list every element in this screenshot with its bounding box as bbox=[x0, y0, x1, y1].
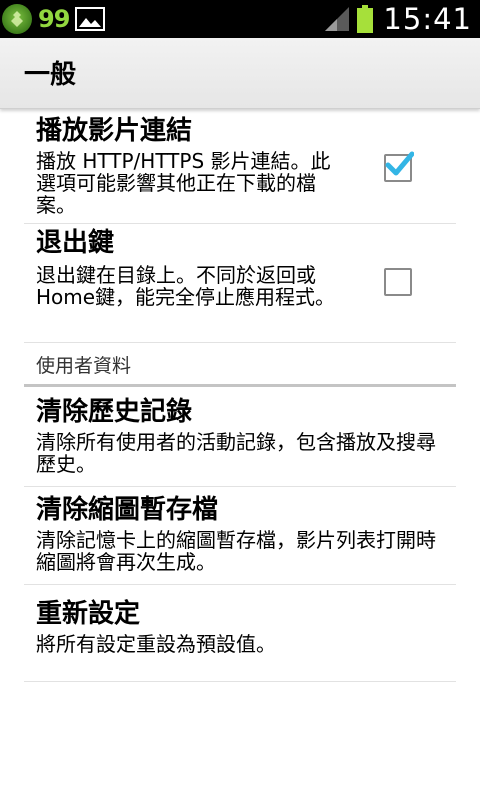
setting-summary: 播放 HTTP/HTTPS 影片連結。此選項可能影響其他正在下載的檔案。 bbox=[36, 149, 331, 217]
notification-count: 99 bbox=[38, 5, 70, 33]
setting-title: 播放影片連結 bbox=[36, 116, 193, 146]
category-user-data: 使用者資料 bbox=[24, 343, 456, 387]
checkmark-icon bbox=[385, 151, 414, 176]
status-bar: 99 15:41 bbox=[0, 0, 480, 38]
header: 一般 bbox=[0, 38, 480, 109]
setting-clear-thumbnails[interactable]: 清除縮圖暫存檔 清除記憶卡上的縮圖暫存檔，影片列表打開時縮圖將會再次生成。 bbox=[24, 487, 456, 585]
signal-icon bbox=[325, 7, 350, 31]
setting-title: 退出鍵 bbox=[36, 228, 115, 258]
category-label: 使用者資料 bbox=[36, 355, 132, 377]
exit-key-checkbox[interactable] bbox=[384, 268, 412, 296]
setting-title: 清除歷史記錄 bbox=[36, 397, 193, 427]
settings-list: 播放影片連結 播放 HTTP/HTTPS 影片連結。此選項可能影響其他正在下載的… bbox=[24, 110, 456, 682]
battery-icon bbox=[357, 5, 374, 33]
play-video-link-checkbox[interactable] bbox=[384, 151, 414, 182]
setting-summary: 清除記憶卡上的縮圖暫存檔，影片列表打開時縮圖將會再次生成。 bbox=[36, 528, 436, 574]
clock: 15:41 bbox=[383, 2, 472, 36]
page-title: 一般 bbox=[24, 60, 77, 90]
setting-title: 重新設定 bbox=[36, 599, 141, 629]
app-badge-icon bbox=[2, 4, 32, 34]
setting-summary: 清除所有使用者的活動記錄，包含播放及搜尋歷史。 bbox=[36, 430, 436, 476]
setting-title: 清除縮圖暫存檔 bbox=[36, 495, 219, 525]
setting-clear-history[interactable]: 清除歷史記錄 清除所有使用者的活動記錄，包含播放及搜尋歷史。 bbox=[24, 387, 456, 487]
setting-summary: 將所有設定重設為預設值。 bbox=[36, 632, 276, 656]
setting-play-video-link[interactable]: 播放影片連結 播放 HTTP/HTTPS 影片連結。此選項可能影響其他正在下載的… bbox=[24, 110, 456, 224]
setting-reset[interactable]: 重新設定 將所有設定重設為預設值。 bbox=[24, 585, 456, 682]
setting-exit-key[interactable]: 退出鍵 退出鍵在目錄上。不同於返回或Home鍵，能完全停止應用程式。 bbox=[24, 224, 456, 343]
setting-summary: 退出鍵在目錄上。不同於返回或Home鍵，能完全停止應用程式。 bbox=[36, 263, 336, 309]
image-icon bbox=[75, 7, 106, 31]
